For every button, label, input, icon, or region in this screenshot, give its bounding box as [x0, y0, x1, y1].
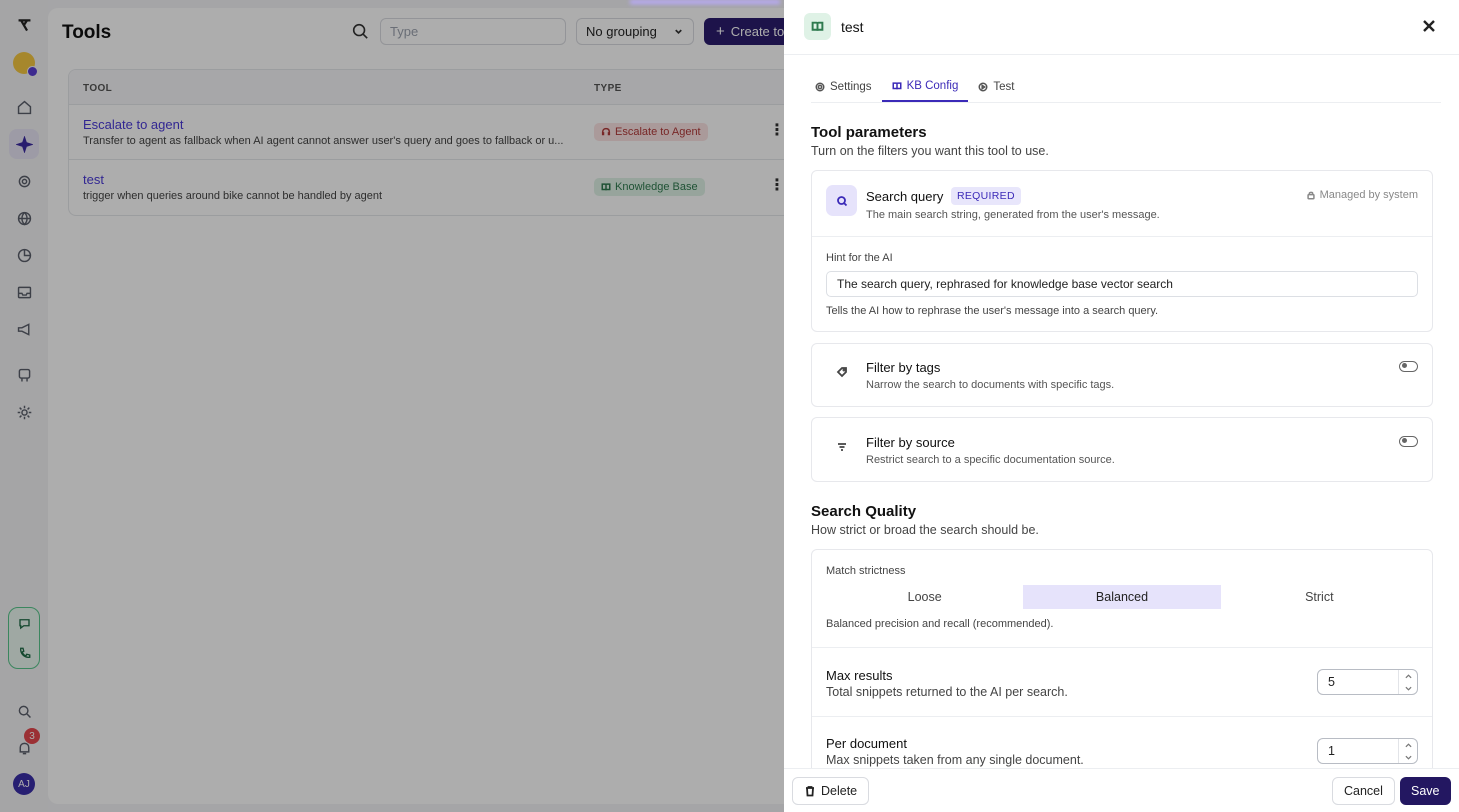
- search-icon: [826, 185, 857, 216]
- filter-tags-card: Filter by tags Narrow the search to docu…: [811, 343, 1433, 407]
- section-title-search-quality: Search Quality: [811, 503, 917, 520]
- book-icon: [804, 13, 831, 40]
- chevron-up-icon[interactable]: [1404, 742, 1412, 748]
- filter-tags-desc: Narrow the search to documents with spec…: [866, 379, 1115, 391]
- section-title-tool-parameters: Tool parameters: [811, 124, 927, 141]
- section-subtitle: How strict or broad the search should be…: [811, 523, 1039, 537]
- max-results-value[interactable]: 5: [1328, 675, 1335, 689]
- filter-tags-toggle[interactable]: [1399, 361, 1418, 372]
- chevron-down-icon[interactable]: [1404, 755, 1412, 760]
- search-query-card: Search query REQUIRED Managed by system …: [811, 170, 1433, 332]
- chevron-down-icon[interactable]: [1404, 686, 1412, 691]
- managed-label: Managed by system: [1319, 189, 1418, 201]
- strictness-option-strict[interactable]: Strict: [1221, 585, 1418, 609]
- cancel-button[interactable]: Cancel: [1332, 777, 1395, 805]
- max-results-title: Max results: [826, 668, 893, 683]
- max-results-stepper[interactable]: 5: [1317, 669, 1418, 695]
- stepper-buttons: [1398, 739, 1417, 763]
- drawer-tabs: Settings KB Config Test: [811, 72, 1441, 103]
- delete-button[interactable]: Delete: [792, 777, 870, 805]
- divider: [812, 236, 1432, 237]
- tab-kb-config[interactable]: KB Config: [881, 72, 969, 102]
- drawer-footer: Delete Cancel Save: [784, 768, 1459, 812]
- book-icon: [892, 82, 902, 90]
- hint-help: Tells the AI how to rephrase the user's …: [826, 305, 1159, 317]
- managed-by-system: Managed by system: [1306, 189, 1418, 201]
- filter-icon: [826, 431, 857, 462]
- stepper-buttons: [1398, 670, 1417, 694]
- filter-source-desc: Restrict search to a specific documentat…: [866, 454, 1115, 466]
- trash-icon: [806, 786, 814, 797]
- delete-label: Delete: [821, 784, 858, 798]
- tab-test[interactable]: Test: [968, 72, 1024, 102]
- strictness-option-balanced[interactable]: Balanced: [1023, 585, 1221, 609]
- per-document-desc: Max snippets taken from any single docum…: [826, 753, 1084, 767]
- filter-source-title: Filter by source: [866, 435, 955, 450]
- strictness-option-loose[interactable]: Loose: [826, 585, 1023, 609]
- tool-drawer: test Settings KB Config Test Tool parame…: [784, 0, 1459, 812]
- strictness-segmented-control: Loose Balanced Strict: [826, 585, 1418, 609]
- per-document-stepper[interactable]: 1: [1317, 738, 1418, 764]
- drawer-title: test: [841, 19, 864, 35]
- divider: [812, 716, 1432, 717]
- divider: [812, 647, 1432, 648]
- strictness-label: Match strictness: [826, 565, 906, 577]
- tab-settings[interactable]: Settings: [811, 72, 882, 102]
- lock-icon: [1306, 191, 1315, 200]
- tag-icon: [826, 356, 857, 387]
- search-quality-card: Match strictness Loose Balanced Strict B…: [811, 549, 1433, 768]
- play-circle-icon: [978, 82, 988, 92]
- gear-icon: [815, 82, 825, 92]
- save-button[interactable]: Save: [1400, 777, 1451, 805]
- strictness-help: Balanced precision and recall (recommend…: [826, 618, 1054, 630]
- tab-label: Test: [993, 81, 1015, 93]
- filter-tags-title: Filter by tags: [866, 360, 941, 375]
- hint-label: Hint for the AI: [826, 252, 893, 264]
- drawer-header: test: [784, 0, 1459, 55]
- tab-label: Settings: [830, 81, 872, 93]
- filter-source-toggle[interactable]: [1399, 436, 1418, 447]
- per-document-value[interactable]: 1: [1328, 744, 1335, 758]
- modal-backdrop[interactable]: [0, 0, 784, 812]
- chevron-up-icon[interactable]: [1404, 673, 1412, 679]
- hint-input[interactable]: [826, 271, 1418, 297]
- tab-label: KB Config: [906, 80, 959, 92]
- accent-glow: [630, 0, 780, 4]
- close-icon[interactable]: [1421, 18, 1441, 38]
- drawer-content[interactable]: Tool parameters Turn on the filters you …: [784, 103, 1459, 768]
- search-query-desc: The main search string, generated from t…: [866, 209, 1160, 221]
- max-results-desc: Total snippets returned to the AI per se…: [826, 685, 1068, 699]
- required-badge: REQUIRED: [951, 187, 1021, 205]
- search-query-title: Search query: [866, 189, 944, 204]
- per-document-title: Per document: [826, 736, 907, 751]
- section-subtitle: Turn on the filters you want this tool t…: [811, 144, 1049, 158]
- filter-source-card: Filter by source Restrict search to a sp…: [811, 417, 1433, 482]
